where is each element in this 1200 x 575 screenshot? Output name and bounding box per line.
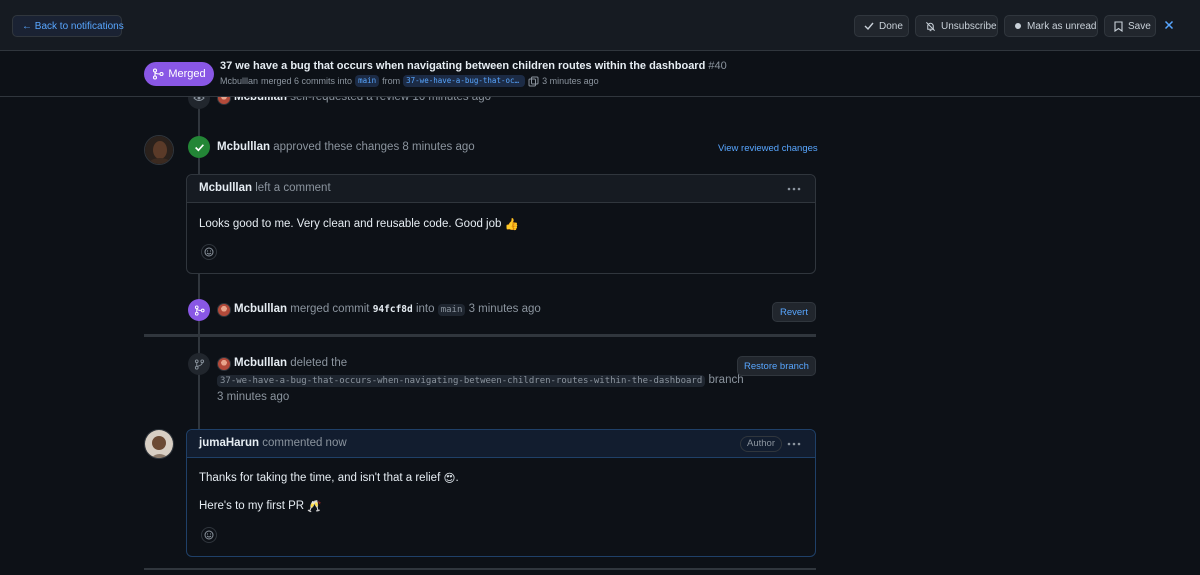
base-branch-chip[interactable]: main (355, 75, 380, 87)
close-icon[interactable] (1160, 16, 1178, 34)
comment-action: commented now (262, 437, 347, 449)
copy-icon[interactable] (528, 76, 539, 87)
check-icon (864, 22, 874, 31)
merged-label: Merged (168, 68, 206, 80)
merge-event-badge (188, 299, 210, 321)
event-time: 3 minutes ago (217, 391, 290, 403)
mark-unread-label: Mark as unread (1027, 20, 1097, 32)
kebab-menu-icon[interactable] (787, 439, 801, 449)
bookmark-icon (1114, 20, 1123, 32)
pr-author[interactable]: Mcbulllan (220, 76, 258, 86)
git-merge-icon (194, 304, 205, 316)
pr-time: 3 minutes ago (542, 76, 599, 86)
comment-body: Looks good to me. Very clean and reusabl… (199, 217, 519, 231)
event-time: 3 minutes ago (468, 303, 541, 315)
pr-number: #40 (708, 60, 727, 72)
merged-status-badge: Merged (144, 62, 214, 86)
merge-event: Mcbulllan merged commit 94fcf8d into mai… (234, 303, 541, 316)
author-comment: jumaHarun commented now Author Thanks fo… (186, 429, 816, 557)
head-branch-chip[interactable]: 37-we-have-a-bug-that-occurs-… (403, 75, 526, 87)
git-merge-icon (153, 68, 164, 80)
event-user[interactable]: Mcbulllan (234, 357, 287, 369)
unsubscribe-label: Unsubscribe (941, 20, 997, 32)
avatar[interactable] (217, 303, 231, 317)
restore-branch-button[interactable]: Restore branch (737, 356, 816, 376)
done-button[interactable]: Done (854, 15, 909, 37)
thumbs-up-emoji: 👍 (504, 219, 519, 231)
clinking-glasses-emoji: 🥂 (307, 501, 322, 513)
add-reaction-button[interactable] (201, 244, 217, 260)
save-label: Save (1128, 20, 1151, 32)
pr-header: Merged 37 we have a bug that occurs when… (0, 52, 1200, 97)
branch-word: branch (708, 374, 744, 386)
pr-merged-text: merged 6 commits into (261, 76, 353, 86)
comment-author[interactable]: Mcbulllan (199, 182, 252, 194)
comment-header: Mcbulllan left a comment (187, 175, 815, 203)
smiley-icon (204, 530, 214, 540)
comment-header: jumaHarun commented now Author (187, 430, 815, 458)
approval-event: Mcbulllan approved these changes 8 minut… (217, 141, 475, 153)
deleted-branch-chip: 37-we-have-a-bug-that-occurs-when-naviga… (217, 375, 706, 387)
timeline-divider (144, 568, 816, 570)
back-to-notifications-button[interactable]: ← Back to notifications (12, 15, 124, 37)
into-text: into (415, 303, 435, 315)
done-label: Done (879, 20, 903, 32)
mark-as-unread-button[interactable]: Mark as unread (1004, 15, 1098, 37)
comment-author[interactable]: jumaHarun (199, 437, 259, 449)
approved-event-badge (188, 136, 210, 158)
heart-eyes-emoji: 😍 (443, 473, 456, 485)
unsubscribe-button[interactable]: Unsubscribe (915, 15, 998, 37)
pr-title: 37 we have a bug that occurs when naviga… (220, 60, 727, 72)
event-text: deleted the (290, 357, 348, 369)
pr-subtitle: Mcbulllan merged 6 commits into main fro… (220, 75, 599, 87)
avatar[interactable] (144, 135, 174, 165)
avatar[interactable] (217, 357, 231, 371)
comment-text: Here's to my first PR (199, 500, 305, 513)
event-user[interactable]: Mcbulllan (217, 141, 270, 153)
event-text: merged commit (290, 303, 370, 315)
base-branch-chip[interactable]: main (437, 304, 466, 316)
revert-button[interactable]: Revert (772, 302, 816, 322)
delete-branch-line: 37-we-have-a-bug-that-occurs-when-naviga… (217, 374, 744, 387)
branch-event-badge (188, 353, 210, 375)
comment-text: Looks good to me. Very clean and reusabl… (199, 218, 502, 231)
pr-title-text: 37 we have a bug that occurs when naviga… (220, 60, 706, 72)
smiley-icon (204, 247, 214, 257)
review-comment: Mcbulllan left a comment Looks good to m… (186, 174, 816, 274)
commit-sha-link[interactable]: 94fcf8d (373, 304, 413, 315)
timeline-line (198, 337, 200, 430)
event-time: 8 minutes ago (402, 141, 475, 153)
comment-action: left a comment (255, 182, 331, 194)
event-user[interactable]: Mcbulllan (234, 303, 287, 315)
comment-author-line: Mcbulllan left a comment (199, 182, 331, 194)
comment-body-line: Here's to my first PR 🥂 (199, 499, 322, 513)
delete-branch-event: Mcbulllan deleted the (234, 357, 347, 369)
comment-period: . (455, 472, 459, 485)
back-label: ← Back to notifications (22, 20, 124, 32)
comment-body-line: Thanks for taking the time, and isn't th… (199, 471, 459, 485)
kebab-menu-icon[interactable] (787, 184, 801, 194)
view-reviewed-changes-link[interactable]: View reviewed changes (718, 143, 818, 154)
comment-text: Thanks for taking the time, and isn't th… (199, 472, 441, 485)
from-text: from (382, 76, 401, 86)
save-button[interactable]: Save (1104, 15, 1156, 37)
dot-icon (1015, 23, 1021, 29)
bell-slash-icon (926, 21, 935, 31)
author-tag: Author (740, 436, 782, 452)
timeline-divider (144, 334, 816, 337)
git-branch-icon (194, 358, 204, 370)
add-reaction-button[interactable] (201, 527, 217, 543)
notification-bar: ← Back to notifications Done Unsubscribe… (0, 0, 1200, 51)
avatar[interactable] (144, 429, 174, 459)
comment-author-line: jumaHarun commented now (199, 437, 347, 449)
event-text: approved these changes (273, 141, 400, 153)
check-icon (194, 143, 204, 151)
